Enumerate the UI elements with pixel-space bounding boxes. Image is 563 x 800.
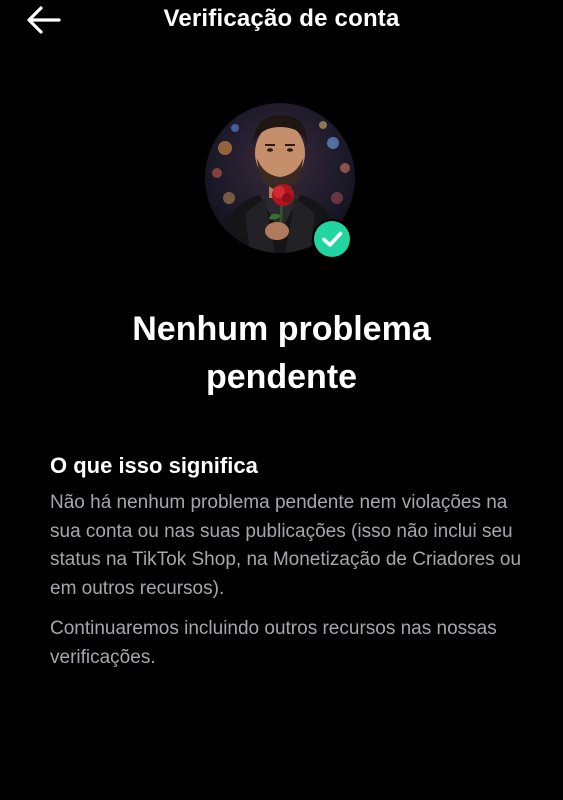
- verified-badge: [314, 221, 350, 257]
- section-title: O que isso significa: [50, 453, 258, 478]
- check-icon: [322, 231, 343, 247]
- info-paragraph-2: Continuaremos incluindo outros recursos …: [50, 618, 497, 668]
- status-headline: Nenhum problema pendente: [0, 305, 563, 401]
- headline-line-1: Nenhum problema: [132, 310, 431, 348]
- avatar-container: [205, 103, 357, 257]
- info-paragraph-1: Não há nenhum problema pendente nem viol…: [50, 492, 522, 599]
- page-title: Verificação de conta: [163, 5, 400, 32]
- top-bar: Verificação de conta: [0, 0, 563, 40]
- info-section: O que isso significa Não há nenhum probl…: [50, 450, 530, 672]
- headline-line-2: pendente: [205, 358, 358, 396]
